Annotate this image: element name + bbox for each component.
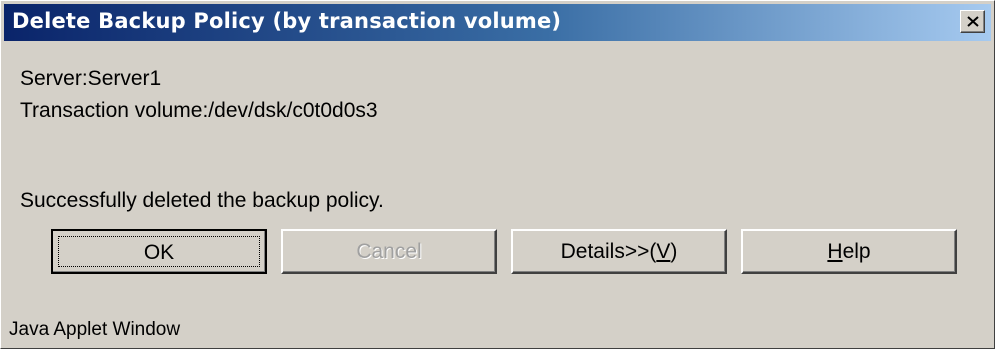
window-title: Delete Backup Policy (by transaction vol… [12,9,562,33]
status-message: Successfully deleted the backup policy. [20,189,384,212]
cancel-button: Cancel [281,229,497,274]
details-button[interactable]: Details>>(V) [511,229,727,274]
close-button[interactable] [960,10,985,33]
close-x-icon [967,16,979,27]
ok-button-label: OK [143,241,175,264]
dialog-window: Delete Backup Policy (by transaction vol… [0,0,995,349]
server-label: Server:Server1 [20,67,162,90]
cancel-button-label: Cancel [356,240,422,263]
title-bar[interactable]: Delete Backup Policy (by transaction vol… [4,4,991,41]
help-button-label: Help [827,240,871,263]
help-button[interactable]: Help [741,229,957,274]
java-applet-window-label: Java Applet Window [9,319,181,340]
transaction-volume-label: Transaction volume:/dev/dsk/c0t0d0s3 [20,99,378,122]
details-button-label: Details>>(V) [560,240,678,263]
ok-button[interactable]: OK [51,229,267,274]
focus-rectangle: OK [58,236,260,267]
